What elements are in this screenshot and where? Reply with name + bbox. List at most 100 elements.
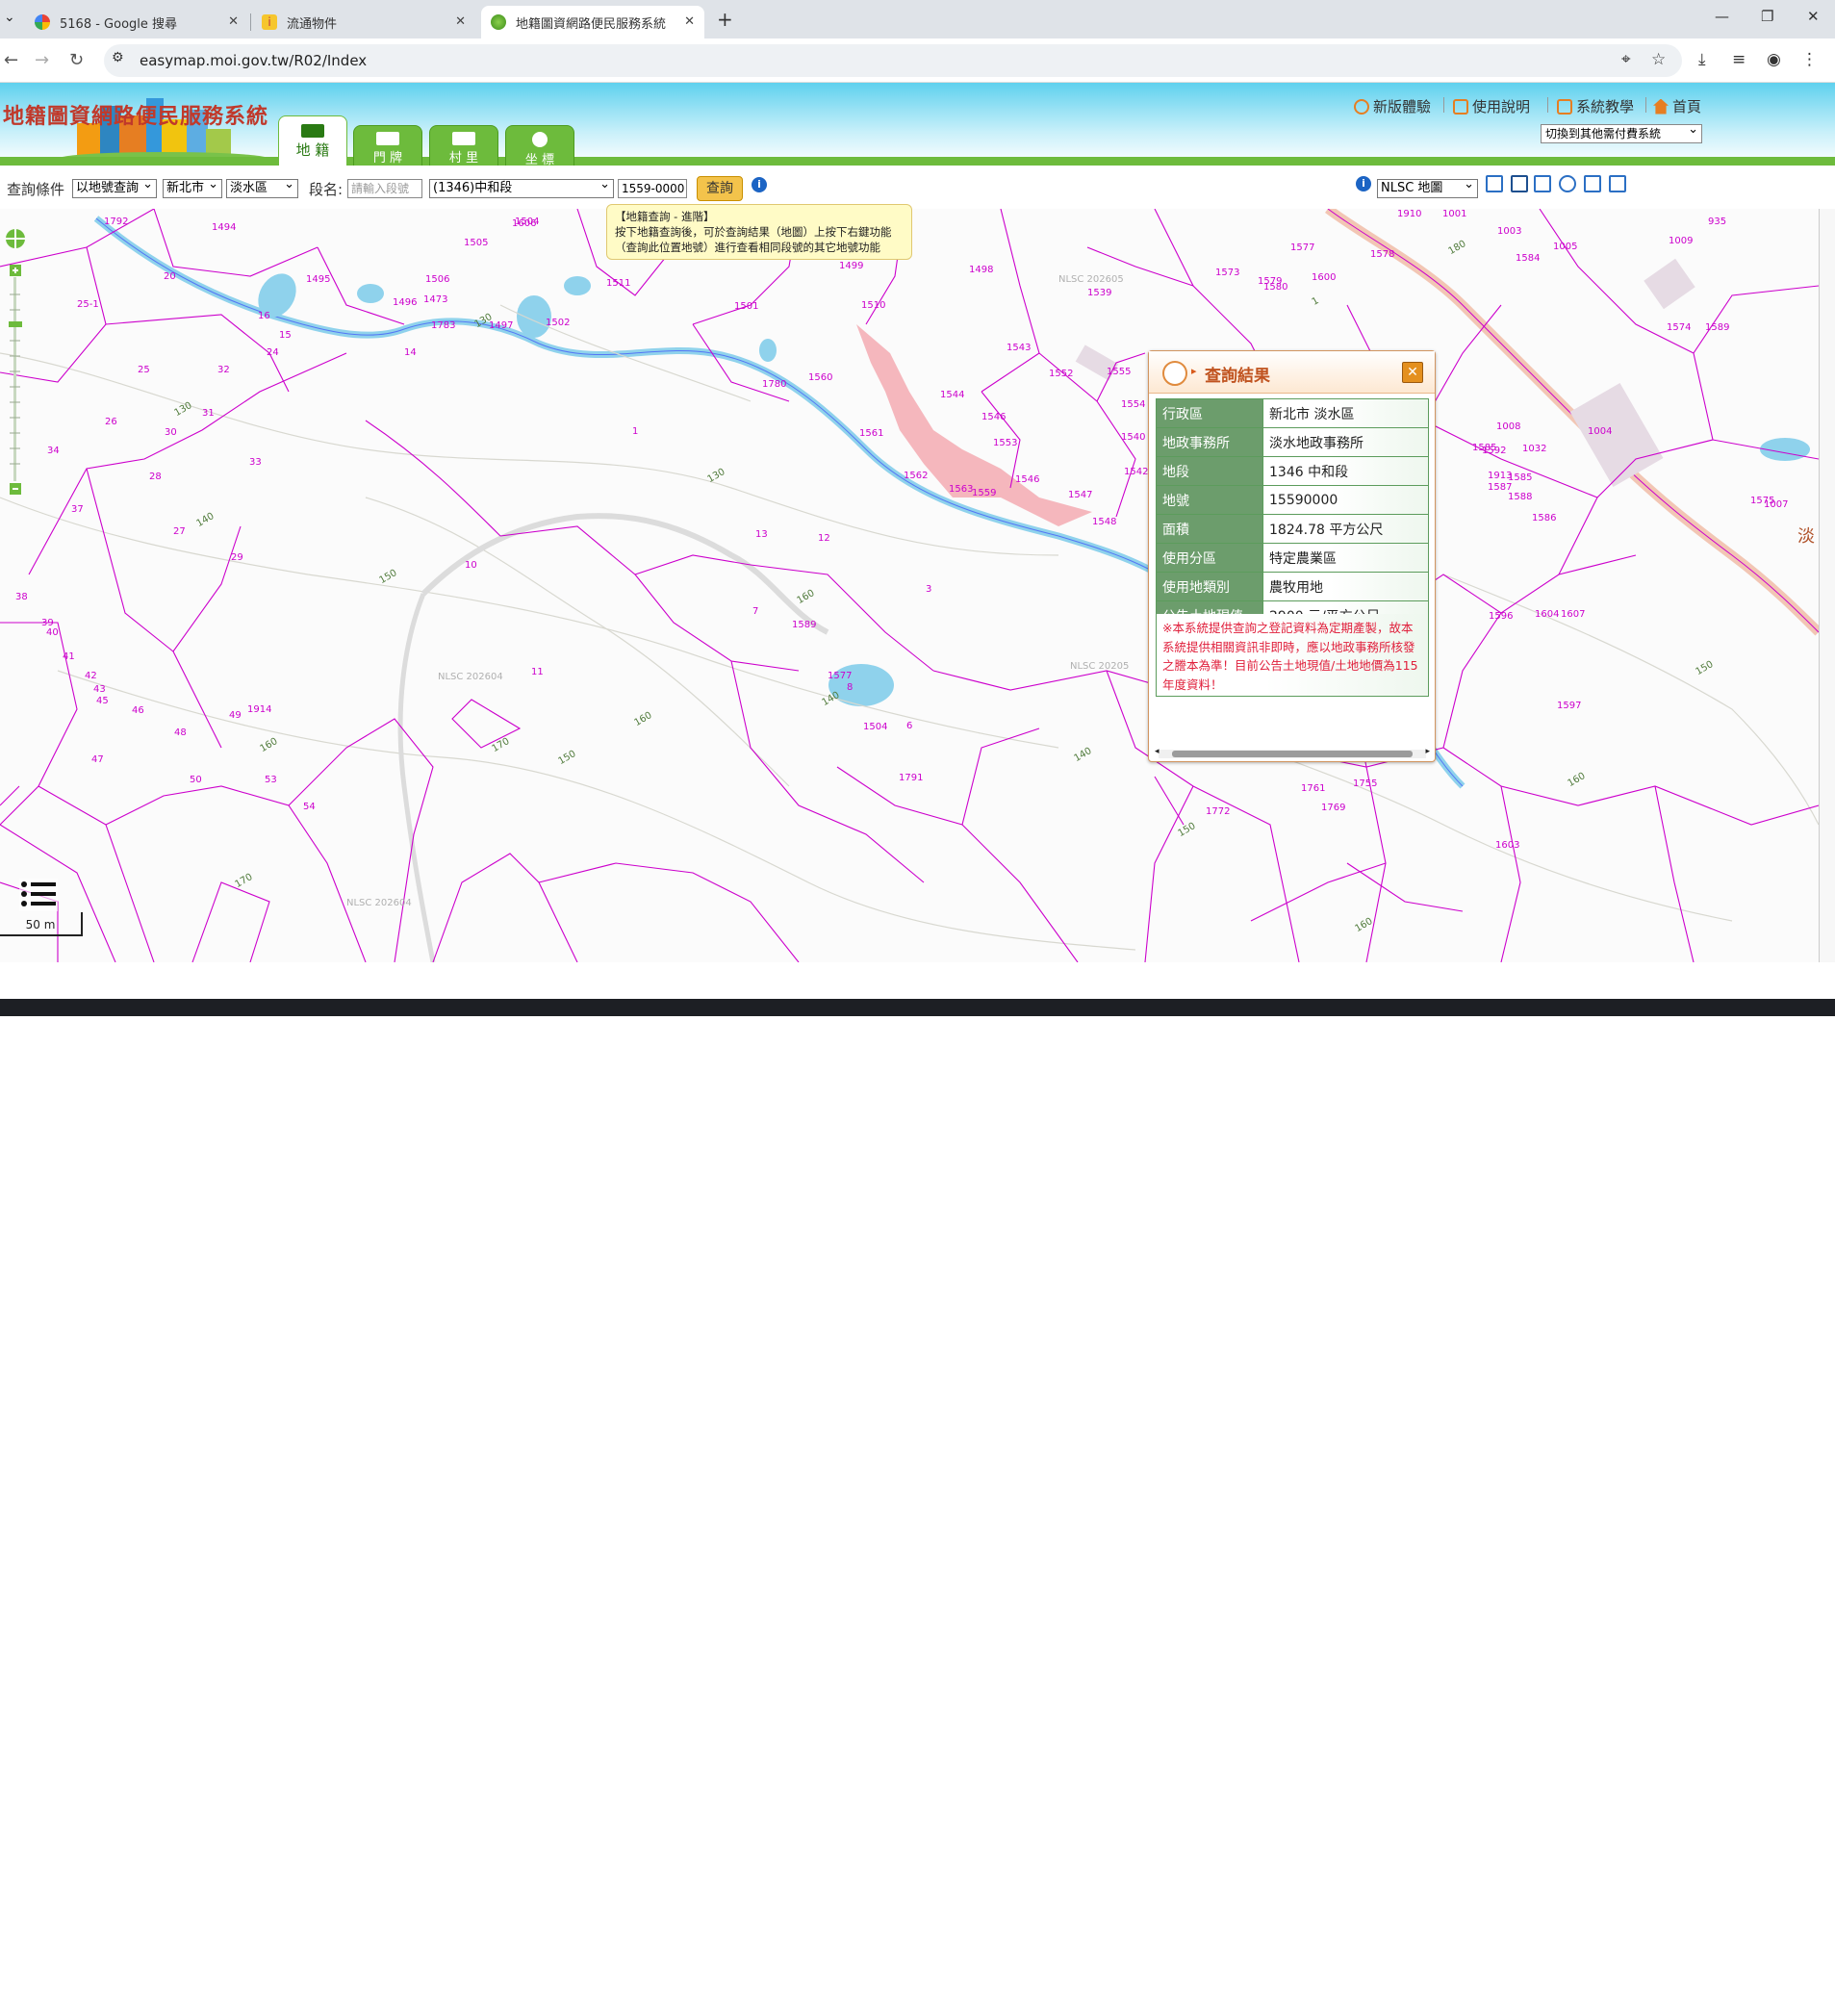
tab-coordinate[interactable]: 坐 標 bbox=[505, 125, 574, 167]
layer-icon[interactable] bbox=[1486, 175, 1503, 192]
tab-label: 地 籍 bbox=[295, 141, 330, 159]
lot-number-label: 1563 bbox=[949, 484, 974, 495]
lot-number-label: 42 bbox=[85, 671, 97, 681]
edit-icon[interactable] bbox=[1534, 175, 1551, 192]
media-icon[interactable]: ≡ bbox=[1732, 50, 1746, 69]
lot-number-label: 1032 bbox=[1522, 444, 1547, 454]
restore-icon[interactable]: ❐ bbox=[1761, 8, 1773, 25]
close-tab-icon[interactable]: ✕ bbox=[455, 14, 466, 29]
tab-doorplate[interactable]: 門 牌 bbox=[353, 125, 422, 166]
header-green-band bbox=[0, 157, 1835, 166]
switch-system-select[interactable]: 切換到其他需付費系統 bbox=[1541, 124, 1702, 143]
close-tab-icon[interactable]: ✕ bbox=[684, 14, 695, 29]
lot-number-label: 1791 bbox=[899, 773, 924, 783]
lot-number-label: 1542 bbox=[1124, 467, 1149, 477]
map-icon bbox=[301, 124, 324, 138]
new-version-link[interactable]: 新版體驗 bbox=[1354, 96, 1431, 116]
minimize-icon[interactable]: — bbox=[1715, 8, 1729, 25]
lot-number-label: 1005 bbox=[1553, 242, 1578, 252]
lot-number-input[interactable]: 1559-0000 bbox=[618, 179, 687, 198]
forward-icon[interactable]: → bbox=[35, 50, 49, 70]
close-window-icon[interactable]: ✕ bbox=[1807, 8, 1820, 25]
lot-number-label: 1540 bbox=[1121, 432, 1146, 443]
lot-number-label: 1546 bbox=[981, 412, 1007, 422]
lot-number-label: 1606 bbox=[512, 218, 537, 229]
reload-icon[interactable]: ↻ bbox=[69, 50, 84, 70]
tab-google-search[interactable]: 5168 - Google 搜尋 ✕ bbox=[25, 6, 248, 38]
lot-number-label: 1007 bbox=[1764, 499, 1789, 510]
help-link[interactable]: 使用說明 bbox=[1453, 96, 1530, 116]
lot-number-label: 1596 bbox=[1489, 611, 1514, 622]
lot-number-label: 1604 bbox=[1535, 609, 1560, 620]
lot-number-label: 37 bbox=[71, 504, 84, 515]
cadastral-map[interactable]: 淡 17921494150415051500150914991498149515… bbox=[0, 209, 1819, 962]
new-tab-icon[interactable]: + bbox=[717, 8, 733, 31]
query-result-panel: ▸ 查詢結果 ✕ 行政區 新北市 淡水區 地政事務所 淡水地政事務所 地段 1346 中和… bbox=[1148, 350, 1436, 762]
lot-number-label: 1588 bbox=[1508, 492, 1533, 502]
area-icon[interactable] bbox=[1584, 175, 1601, 192]
tutorial-link[interactable]: 系統教學 bbox=[1557, 96, 1634, 116]
location-icon[interactable]: ⌖ bbox=[1621, 50, 1631, 69]
lot-number-label: 29 bbox=[231, 552, 243, 563]
info-icon[interactable]: i bbox=[752, 177, 767, 192]
tab-cadastral[interactable]: 地 籍 bbox=[278, 115, 347, 166]
scroll-thumb[interactable] bbox=[1172, 751, 1413, 757]
lot-number-label: 25 bbox=[138, 365, 150, 375]
profile-icon[interactable]: ◉ bbox=[1767, 50, 1781, 69]
lot-number-label: 1496 bbox=[393, 297, 418, 308]
lot-number-label: 16 bbox=[258, 311, 270, 321]
lot-number-label: 1573 bbox=[1215, 268, 1240, 278]
city-select[interactable]: 新北市 bbox=[163, 179, 222, 198]
lot-number-label: 31 bbox=[202, 408, 215, 419]
close-tab-icon[interactable]: ✕ bbox=[228, 14, 239, 29]
measure-icon[interactable] bbox=[1559, 175, 1576, 192]
lot-number-label: 1473 bbox=[423, 294, 448, 305]
back-icon[interactable]: ← bbox=[4, 50, 18, 70]
lot-number-label: 1 bbox=[632, 426, 639, 437]
result-value: 農牧用地 bbox=[1262, 572, 1429, 601]
map-canvas[interactable] bbox=[0, 209, 1819, 962]
scroll-left-icon[interactable]: ◂ bbox=[1155, 747, 1160, 756]
district-select[interactable]: 淡水區 bbox=[226, 179, 298, 198]
tab-search-chevron-icon[interactable]: ⌄ bbox=[4, 10, 15, 25]
document-icon[interactable] bbox=[1609, 175, 1626, 192]
tab-label: 坐 標 bbox=[524, 153, 555, 167]
grid-sheet-label: NLSC 202605 bbox=[1058, 274, 1124, 285]
tab-listings[interactable]: i 流通物件 ✕ bbox=[252, 6, 475, 38]
tab-easymap[interactable]: 地籍圖資網路便民服務系統 ✕ bbox=[481, 6, 704, 38]
home-link[interactable]: 首頁 bbox=[1653, 96, 1701, 116]
lot-number-label: 1554 bbox=[1121, 399, 1146, 410]
bookmark-star-icon[interactable]: ☆ bbox=[1651, 50, 1666, 69]
section-number-input[interactable]: 請輸入段號 bbox=[347, 179, 422, 198]
result-row: 行政區 新北市 淡水區 bbox=[1156, 398, 1429, 428]
map-right-edge bbox=[1819, 209, 1835, 962]
url-text[interactable]: easymap.moi.gov.tw/R02/Index bbox=[140, 52, 367, 69]
site-info-icon[interactable]: ⚙ bbox=[112, 50, 124, 65]
lot-number-label: 1592 bbox=[1482, 446, 1507, 456]
result-row: 地政事務所 淡水地政事務所 bbox=[1156, 427, 1429, 457]
scroll-right-icon[interactable]: ▸ bbox=[1425, 747, 1430, 756]
link-label: 新版體驗 bbox=[1373, 98, 1432, 115]
zoom-control[interactable] bbox=[4, 217, 29, 525]
result-icon bbox=[1162, 361, 1187, 386]
result-horizontal-scrollbar[interactable]: ◂ ▸ bbox=[1155, 747, 1430, 758]
query-button[interactable]: 查詢 bbox=[697, 176, 743, 201]
tab-village[interactable]: 村 里 bbox=[429, 125, 498, 166]
lot-number-label: 1577 bbox=[828, 671, 853, 681]
lot-number-label: 1546 bbox=[1015, 474, 1040, 485]
print-icon[interactable] bbox=[1511, 175, 1528, 192]
basemap-select[interactable]: NLSC 地圖 bbox=[1377, 179, 1478, 198]
legend-button[interactable] bbox=[19, 879, 58, 911]
section-select[interactable]: (1346)中和段 bbox=[429, 179, 614, 198]
query-mode-select[interactable]: 以地號查詢 bbox=[72, 179, 157, 198]
link-label: 首頁 bbox=[1672, 98, 1702, 115]
result-key: 使用地類別 bbox=[1156, 572, 1263, 601]
lot-number-label: 1008 bbox=[1496, 421, 1521, 432]
lot-number-label: 1597 bbox=[1557, 701, 1582, 711]
download-icon[interactable]: ⤓ bbox=[1698, 50, 1706, 69]
close-result-button[interactable]: ✕ bbox=[1402, 362, 1423, 383]
lot-number-label: 3 bbox=[926, 584, 932, 595]
menu-icon[interactable]: ⋮ bbox=[1801, 50, 1818, 69]
basemap-info-icon[interactable]: i bbox=[1356, 176, 1371, 191]
lot-number-label: 32 bbox=[217, 365, 230, 375]
